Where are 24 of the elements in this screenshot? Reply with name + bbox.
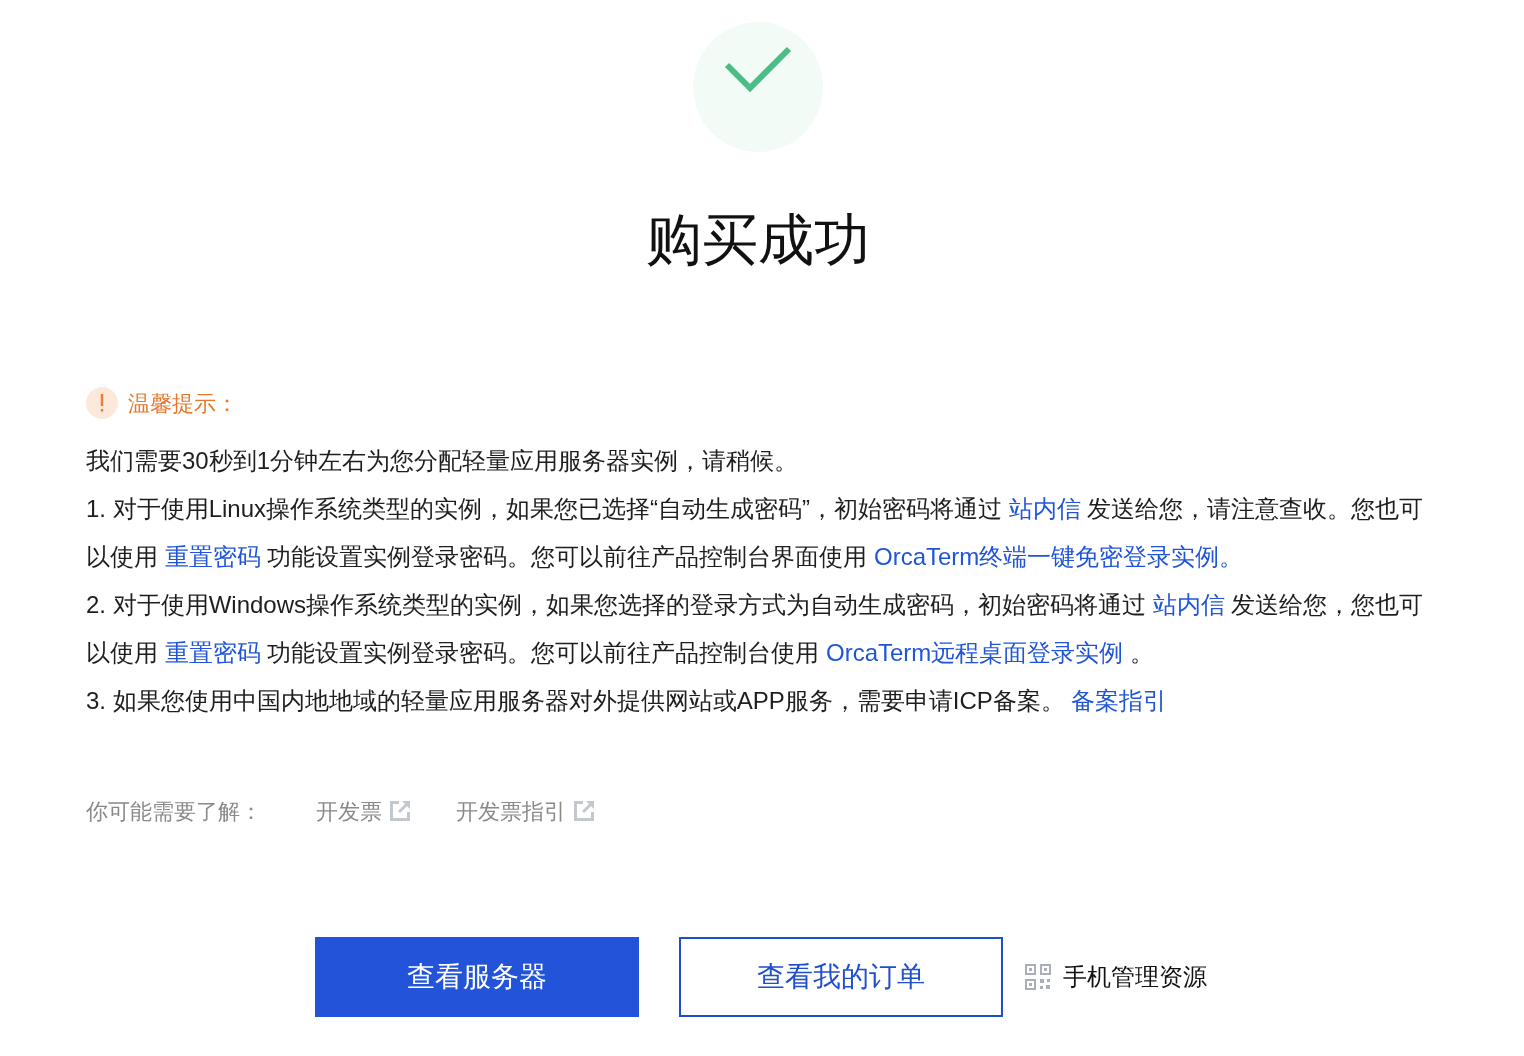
external-link-icon bbox=[574, 801, 594, 821]
related-link[interactable]: 开发票 bbox=[316, 794, 410, 828]
related-link[interactable]: 开发票指引 bbox=[456, 794, 594, 828]
notice-paragraph: 3. 如果您使用中国内地地域的轻量应用服务器对外提供网站或APP服务，需要申请ICP备案。 备案指引 bbox=[86, 686, 1169, 716]
qr-code-icon bbox=[1025, 964, 1051, 990]
notice-paragraph: 1. 对于使用Linux操作系统类型的实例，如果您已选择“自动生成密码”，初始密码将通过 站内信 发送给您，请注意查收。您也可以使用 重置密码 功能设置实例登录密码。您可以前往产品控制台界面使用 OrcaTerm终端一键免密登录实例。 bbox=[86, 494, 1425, 572]
notice-paragraph: 我们需要30秒到1分钟左右为您分配轻量应用服务器实例，请稍候。 bbox=[86, 446, 800, 476]
text-link[interactable]: OrcaTerm终端一键免密登录实例。 bbox=[874, 543, 1244, 570]
related-label: 你可能需要了解： bbox=[86, 797, 262, 826]
text-link[interactable]: OrcaTerm远程桌面登录实例 bbox=[826, 639, 1124, 666]
view-orders-button[interactable]: 查看我的订单 bbox=[679, 937, 1003, 1017]
warning-icon bbox=[86, 387, 118, 419]
text-link[interactable]: 备案指引 bbox=[1071, 687, 1168, 714]
text-link[interactable]: 重置密码 bbox=[164, 639, 261, 666]
mobile-manage-button[interactable]: 手机管理资源 bbox=[1025, 960, 1207, 994]
success-check-icon bbox=[693, 22, 823, 152]
notice-paragraph: 2. 对于使用Windows操作系统类型的实例，如果您选择的登录方式为自动生成密码，初始密码将通过 站内信 发送给您，您也可以使用 重置密码 功能设置实例登录密码。您可以前往产品控制台使用 OrcaTerm远程桌面登录实例 。 bbox=[86, 590, 1425, 668]
notice-heading: 温馨提示： bbox=[128, 389, 238, 418]
external-link-icon bbox=[390, 801, 410, 821]
success-title: 购买成功 bbox=[646, 208, 870, 272]
text-link[interactable]: 站内信 bbox=[1008, 495, 1081, 522]
text-link[interactable]: 重置密码 bbox=[164, 543, 261, 570]
view-servers-button[interactable]: 查看服务器 bbox=[315, 937, 639, 1017]
text-link[interactable]: 站内信 bbox=[1152, 591, 1225, 618]
